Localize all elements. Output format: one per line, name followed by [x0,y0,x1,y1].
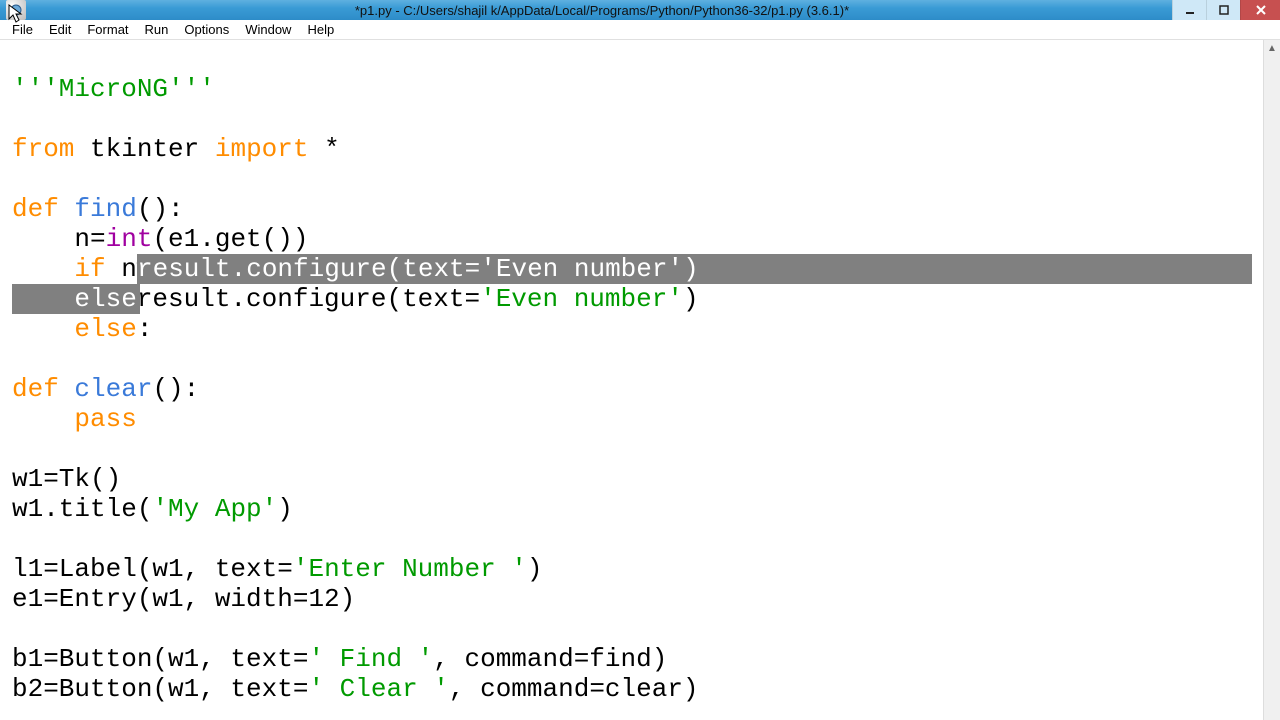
code-text: result.configure(text= [137,284,480,314]
menu-file[interactable]: File [4,20,41,39]
code-text: tkinter [74,134,214,164]
code-text [12,404,74,434]
code-kw: from [12,134,74,164]
code-kw: pass [74,404,136,434]
menu-help[interactable]: Help [299,20,342,39]
code-text: ) [683,284,699,314]
code-text: , command=clear) [449,674,699,704]
code-kw: def [12,194,59,224]
minimize-button[interactable] [1172,0,1206,20]
code-builtin: int [106,224,153,254]
code-str: 'My App' [152,494,277,524]
code-kw: else [74,314,136,344]
code-str: ' Find ' [308,644,433,674]
code-text: w1.title( [12,494,152,524]
code-text: w1=Tk() [12,464,121,494]
code-str: ' Clear ' [308,674,448,704]
code-str: 'Even number' [480,284,683,314]
code-text: e1=Entry(w1, width=12) [12,584,355,614]
code-text: * [308,134,339,164]
code-text: (e1.get()) [152,224,308,254]
editor-area: '''MicroNG''' from tkinter import * def … [0,40,1280,720]
code-docstring: '''MicroNG''' [12,74,215,104]
scroll-up-icon[interactable]: ▲ [1264,40,1280,57]
code-kw: def [12,374,59,404]
code-defname: find [74,194,136,224]
title-bar: *p1.py - C:/Users/shajil k/AppData/Local… [0,0,1280,20]
code-text: : [137,314,153,344]
code-str: 'Enter Number ' [293,554,527,584]
code-kw: if [74,254,105,284]
menu-run[interactable]: Run [137,20,177,39]
code-kw: import [215,134,309,164]
code-text: (): [137,194,184,224]
code-text [12,284,137,314]
code-text [59,194,75,224]
code-text: ) [527,554,543,584]
code-text: b1=Button(w1, text= [12,644,308,674]
code-text: l1=Label(w1, text= [12,554,293,584]
menu-window[interactable]: Window [237,20,299,39]
app-icon [6,0,26,20]
code-text: n%2==0: [106,254,231,284]
menu-edit[interactable]: Edit [41,20,79,39]
code-text: n= [12,224,106,254]
window-controls [1172,0,1280,20]
code-text [12,254,74,284]
code-text: ) [277,494,293,524]
code-text [59,374,75,404]
code-editor[interactable]: '''MicroNG''' from tkinter import * def … [0,40,1263,720]
code-text [12,314,74,344]
close-button[interactable] [1240,0,1280,20]
window-title: *p1.py - C:/Users/shajil k/AppData/Local… [32,3,1172,18]
vertical-scrollbar[interactable]: ▲ [1263,40,1280,720]
code-defname: clear [74,374,152,404]
code-text: , command=find) [433,644,667,674]
code-text: (): [152,374,199,404]
menu-bar: File Edit Format Run Options Window Help [0,20,1280,40]
code-text: b2=Button(w1, text= [12,674,308,704]
maximize-button[interactable] [1206,0,1240,20]
menu-format[interactable]: Format [79,20,136,39]
menu-options[interactable]: Options [176,20,237,39]
